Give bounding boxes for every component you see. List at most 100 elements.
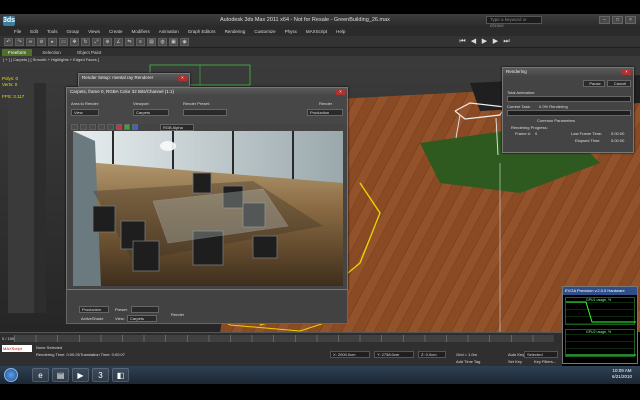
save-icon[interactable] [71, 124, 78, 130]
render-mode-select[interactable]: Production [307, 109, 343, 116]
render-label: Render [319, 101, 333, 106]
preset-label: Preset: [115, 307, 128, 312]
elapsed-label: Elapsed Time: [575, 138, 601, 143]
render-button[interactable]: Render [171, 312, 184, 317]
link-icon[interactable]: ∞ [26, 37, 35, 46]
y-coordinate[interactable]: Y: 2758.0cm [374, 351, 414, 358]
x-coordinate[interactable]: X: 2000.0cm [330, 351, 370, 358]
viewport-select[interactable]: Carpets [133, 109, 169, 116]
render-setup-icon[interactable]: ▣ [169, 37, 178, 46]
system-clock[interactable]: 10:09 AM 6/21/2010 [612, 368, 632, 380]
ie-icon[interactable]: e [32, 368, 49, 382]
play-icon[interactable]: ▶ [480, 38, 489, 46]
red-channel-icon[interactable] [116, 124, 122, 130]
menu-customize[interactable]: Customize [254, 29, 275, 34]
menu-edit[interactable]: Edit [30, 29, 38, 34]
print-icon[interactable] [98, 124, 105, 130]
menu-rendering[interactable]: Rendering [225, 29, 246, 34]
prev-frame-icon[interactable]: ◀ [469, 38, 478, 46]
menu-tools[interactable]: Tools [47, 29, 58, 34]
tab-freeform[interactable]: Freeform [2, 48, 33, 56]
z-coordinate[interactable]: Z: 0.0cm [418, 351, 446, 358]
set-key-button[interactable]: Set Key [508, 359, 522, 364]
select-icon[interactable]: ▸ [48, 37, 57, 46]
menu-modifiers[interactable]: Modifiers [132, 29, 150, 34]
angle-snap-icon[interactable]: ∠ [114, 37, 123, 46]
material-editor-icon[interactable]: ◍ [158, 37, 167, 46]
bottom-preset-select[interactable] [131, 306, 159, 313]
rendering-progress-dialog: Rendering × Pause Cancel Total Animation… [502, 67, 634, 153]
fps-value: 3.117 [13, 94, 25, 99]
close-icon[interactable]: × [336, 89, 345, 95]
common-parameters-header[interactable]: Common Parameters [537, 118, 575, 123]
3dsmax-icon[interactable]: 3 [92, 368, 109, 382]
move-icon[interactable]: ✥ [70, 37, 79, 46]
tab-selection[interactable]: Selection [36, 49, 67, 56]
layers-icon[interactable]: ▤ [147, 37, 156, 46]
render-setup-title[interactable]: Render Setup: mental ray Renderer × [79, 74, 189, 82]
clone-icon[interactable] [89, 124, 96, 130]
redo-icon[interactable]: ↷ [15, 37, 24, 46]
menu-file[interactable]: File [14, 29, 21, 34]
key-filters-button[interactable]: Key Filters... [534, 359, 556, 364]
green-channel-icon[interactable] [124, 124, 130, 130]
add-time-tag[interactable]: Add Time Tag [456, 359, 480, 364]
viewport-label[interactable]: [ + ] [ Carpets ] [ Smooth + Highlights … [0, 56, 640, 63]
scale-icon[interactable]: ⤢ [92, 37, 101, 46]
view-select[interactable]: Carpets [127, 315, 157, 322]
timeline[interactable]: 0 / 100 [0, 332, 562, 343]
menu-views[interactable]: Views [88, 29, 100, 34]
search-input[interactable]: Type a keyword or phrase [486, 16, 542, 28]
menu-maxscript[interactable]: MAXScript [306, 29, 327, 34]
start-button[interactable] [4, 368, 18, 382]
gpu-monitor-title[interactable]: EVGA Precision v.2.0.0 Hardware [563, 287, 637, 295]
close-icon[interactable]: × [622, 69, 631, 75]
key-selection-select[interactable]: Selected [524, 351, 558, 358]
menu-physx[interactable]: Physx [285, 29, 297, 34]
precision-icon[interactable]: ◧ [112, 368, 129, 382]
rotate-icon[interactable]: ↻ [81, 37, 90, 46]
cancel-button[interactable]: Cancel [607, 80, 631, 87]
select-region-icon[interactable]: ▭ [59, 37, 68, 46]
maxscript-listener[interactable]: MAXScript [2, 345, 32, 352]
auto-key-button[interactable]: Auto Key [508, 352, 524, 357]
close-icon[interactable]: × [178, 75, 187, 81]
menu-graph-editors[interactable]: Graph Editors [188, 29, 216, 34]
minimize-icon[interactable]: – [599, 16, 610, 24]
render-preset-label: Render Preset: [183, 101, 210, 106]
area-to-render-select[interactable]: View [71, 109, 99, 116]
render-preset-select[interactable] [183, 109, 227, 116]
media-icon[interactable]: ▶ [72, 368, 89, 382]
progress-title[interactable]: Rendering × [503, 68, 633, 76]
menu-create[interactable]: Create [109, 29, 123, 34]
menu-help[interactable]: Help [336, 29, 345, 34]
current-task-value: 0.0% Rendering [539, 104, 568, 109]
frame-buffer-title[interactable]: Carpets, frame 0, RGBA Color 32 Bits/Cha… [67, 88, 347, 96]
unlink-icon[interactable]: ⊘ [37, 37, 46, 46]
folder-icon[interactable]: ▤ [52, 368, 69, 382]
undo-icon[interactable]: ↶ [4, 37, 13, 46]
letterbox-top [0, 0, 640, 14]
clear-icon[interactable] [107, 124, 114, 130]
copy-icon[interactable] [80, 124, 87, 130]
go-end-icon[interactable]: ⏭ [502, 38, 511, 46]
close-icon[interactable]: × [625, 16, 636, 24]
production-select[interactable]: Production [79, 306, 109, 313]
windows-taskbar: e ▤ ▶ 3 ◧ 10:09 AM 6/21/2010 [0, 366, 640, 384]
menu-animation[interactable]: Animation [159, 29, 179, 34]
gpu1-label: GPU1 usage, % [586, 298, 612, 302]
go-start-icon[interactable]: ⏮ [458, 38, 467, 46]
pause-button[interactable]: Pause [583, 80, 605, 87]
blue-channel-icon[interactable] [132, 124, 138, 130]
snap-icon[interactable]: ⊕ [103, 37, 112, 46]
align-icon[interactable]: ≡ [136, 37, 145, 46]
channel-select[interactable]: RGB Alpha [160, 124, 194, 131]
menu-group[interactable]: Group [67, 29, 80, 34]
time-slider-position[interactable]: 0 / 100 [2, 336, 14, 341]
render-icon[interactable]: ◉ [180, 37, 189, 46]
tab-object-paint[interactable]: Object Paint [71, 49, 108, 56]
app-logo-icon[interactable]: 3ds [3, 15, 15, 26]
next-frame-icon[interactable]: ▶ [491, 38, 500, 46]
maximize-icon[interactable]: □ [612, 16, 623, 24]
mirror-icon[interactable]: ⇋ [125, 37, 134, 46]
